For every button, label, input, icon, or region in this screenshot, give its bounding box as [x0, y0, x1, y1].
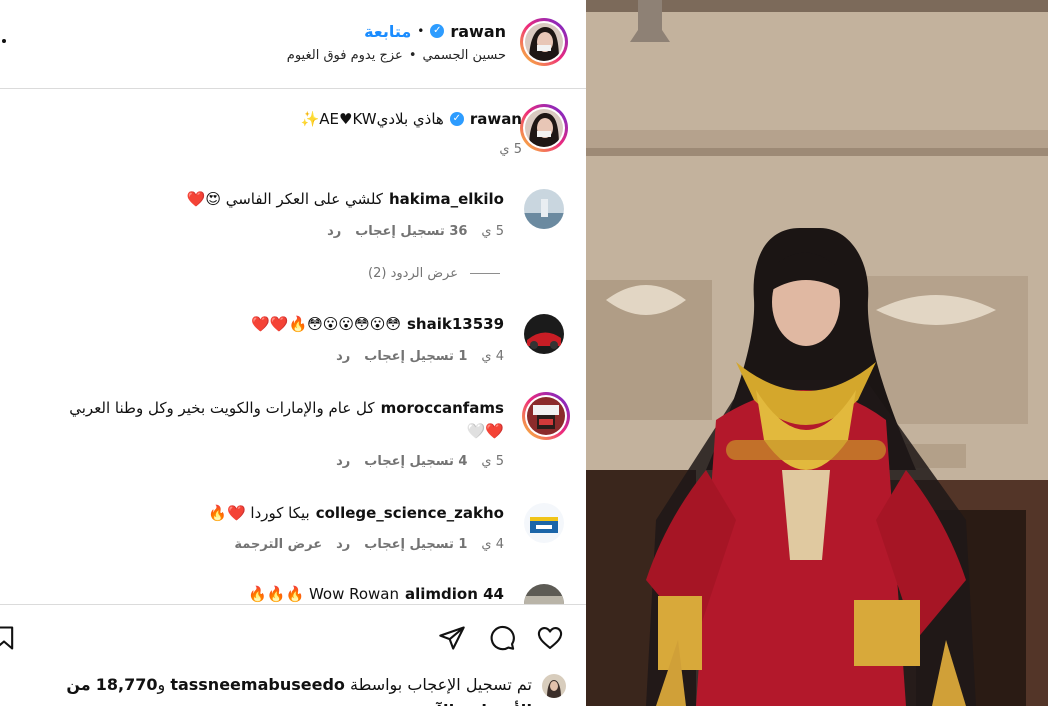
post-image [586, 0, 1048, 706]
caption-avatar[interactable] [520, 104, 568, 152]
comment-username[interactable]: shaik13539 [407, 315, 504, 333]
comment-text-row: alimdion 44 Wow Rowan 🔥🔥🔥 [248, 585, 504, 603]
verified-icon: ✓ [430, 24, 445, 38]
caption-meta: 5 ي [499, 142, 522, 157]
comment-username[interactable]: alimdion 44 [405, 585, 504, 603]
comment-username[interactable]: hakima_elkilo [389, 190, 504, 208]
comment-meta: 4 ي 1 تسجيل إعجاب رد [336, 349, 504, 364]
reply-button[interactable]: رد [336, 537, 350, 552]
comment-time[interactable]: 4 ي [481, 537, 504, 552]
comment-text: كلشي على العكر الفاسي 😍❤️ [186, 190, 383, 208]
likes-connector: و [157, 675, 166, 694]
comment-avatar[interactable] [524, 503, 564, 543]
bookmark-icon[interactable] [0, 622, 20, 654]
comment-meta: 5 ي 36 تسجيل إعجاب رد [327, 224, 504, 239]
divider [470, 273, 500, 274]
comment-avatar[interactable] [522, 392, 570, 440]
comment-time[interactable]: 5 ي [481, 454, 504, 469]
comment-username[interactable]: moroccanfams [381, 399, 504, 417]
reply-button[interactable]: رد [336, 349, 350, 364]
divider [0, 604, 586, 605]
comment-meta: 4 ي 1 تسجيل إعجاب رد عرض الترجمة [234, 537, 504, 552]
comment-text: بيكا كوردا ❤️🔥 [208, 504, 310, 522]
likes-text: تم تسجيل الإعجاب بواسطة tassneemabuseedo… [0, 672, 532, 706]
comment-meta: 5 ي 4 تسجيل إعجاب رد [336, 454, 504, 469]
caption-text-row: rawan ✓ هاذي بلاديAE♥KW✨ [301, 110, 522, 128]
comment-likes[interactable]: 4 تسجيل إعجاب [364, 454, 467, 469]
comment-icon[interactable] [486, 622, 518, 654]
liker-username[interactable]: tassneemabuseedo [170, 675, 345, 694]
comment-text-row: moroccanfams كل عام والإمارات والكويت بخ… [69, 399, 504, 417]
action-bar [0, 614, 586, 660]
audio-info[interactable]: حسين الجسمي • عزج يدوم فوق الغيوم [287, 48, 506, 63]
follow-button[interactable]: متابعة [364, 22, 411, 41]
comment-avatar[interactable] [524, 189, 564, 229]
caption-username[interactable]: rawan [470, 110, 522, 128]
comment-likes[interactable]: 36 تسجيل إعجاب [355, 224, 467, 239]
comment-likes[interactable]: 1 تسجيل إعجاب [364, 349, 467, 364]
audio-separator: • [408, 48, 417, 63]
translate-button[interactable]: عرض الترجمة [234, 537, 322, 552]
comment-text: 😳😮😳😮😮😳🔥❤️❤️ [251, 315, 401, 333]
reply-button[interactable]: رد [327, 224, 341, 239]
heart-icon[interactable] [534, 622, 566, 654]
reply-button[interactable]: رد [336, 454, 350, 469]
comment-text-row: shaik13539 😳😮😳😮😮😳🔥❤️❤️ [251, 315, 504, 333]
comment-username[interactable]: college_science_zakho [316, 504, 504, 522]
likes-count[interactable]: 18,770 [96, 675, 158, 694]
post-photo[interactable] [586, 0, 1048, 706]
comment-likes[interactable]: 1 تسجيل إعجاب [364, 537, 467, 552]
likes-summary: تم تسجيل الإعجاب بواسطة tassneemabuseedo… [0, 672, 566, 706]
comment-time[interactable]: 4 ي [481, 349, 504, 364]
separator: • [417, 24, 425, 38]
audio-title[interactable]: عزج يدوم فوق الغيوم [287, 48, 403, 63]
comment-text: كل عام والإمارات والكويت بخير وكل وطنا ا… [69, 399, 375, 417]
view-replies-label[interactable]: عرض الردود (2) [368, 266, 458, 281]
post-panel: rawan ✓ • متابعة حسين الجسمي • عزج يدوم … [0, 0, 586, 706]
verified-icon: ✓ [449, 112, 464, 126]
caption-text: هاذي بلاديAE♥KW✨ [300, 110, 444, 128]
view-replies-button[interactable]: عرض الردود (2) [368, 266, 500, 281]
comment-avatar[interactable] [524, 314, 564, 354]
comment-text-row: hakima_elkilo كلشي على العكر الفاسي 😍❤️ [187, 190, 504, 208]
header-title-row: rawan ✓ • متابعة [364, 20, 506, 42]
share-icon[interactable] [436, 622, 468, 654]
comment-time[interactable]: 5 ي [481, 224, 504, 239]
caption-time[interactable]: 5 ي [499, 142, 522, 157]
audio-artist[interactable]: حسين الجسمي [423, 48, 507, 63]
liker-avatar[interactable] [542, 674, 566, 698]
comment-text-row: college_science_zakho بيكا كوردا ❤️🔥 [208, 504, 504, 522]
author-username[interactable]: rawan [450, 22, 506, 41]
likes-prefix: تم تسجيل الإعجاب بواسطة [349, 675, 532, 694]
comment-text: Wow Rowan 🔥🔥🔥 [248, 585, 399, 603]
author-avatar[interactable] [520, 18, 568, 66]
comment-text-continued: ❤️🤍 [466, 422, 504, 440]
post-header: rawan ✓ • متابعة حسين الجسمي • عزج يدوم … [0, 0, 586, 89]
more-options-icon[interactable] [2, 39, 6, 43]
